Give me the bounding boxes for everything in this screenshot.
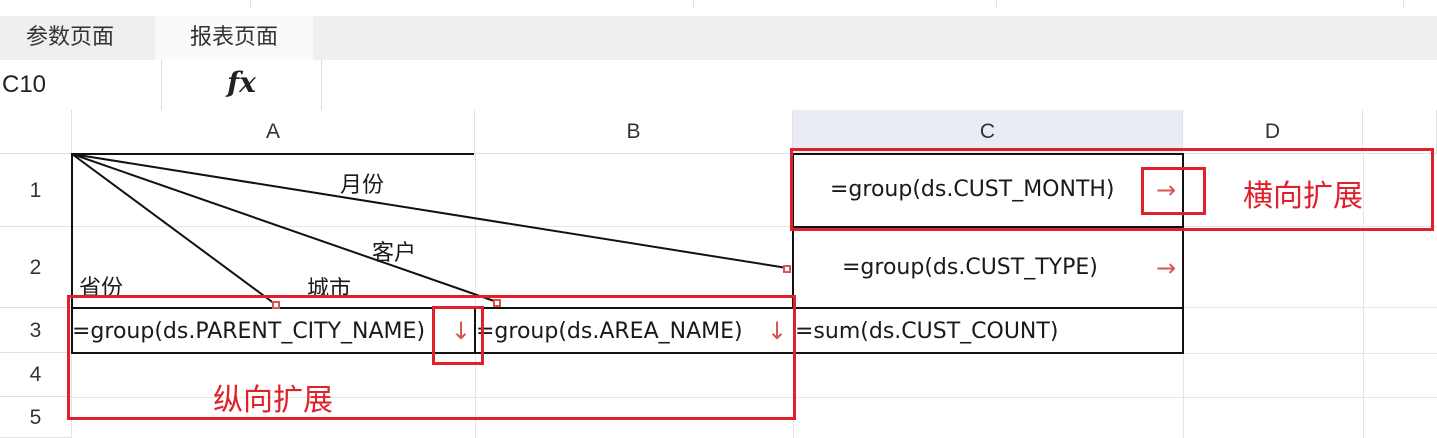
top-strip xyxy=(0,0,1437,17)
page-tabbar: 参数页面 报表页面 xyxy=(0,16,1437,61)
right-arrow-icon: → xyxy=(1156,254,1177,282)
tab-report[interactable]: 报表页面 xyxy=(155,16,313,60)
line-handle[interactable] xyxy=(783,265,791,273)
header-label-month: 月份 xyxy=(340,173,385,198)
top-divider xyxy=(996,0,997,9)
top-divider xyxy=(250,0,251,9)
down-arrow-highlight xyxy=(432,306,484,365)
cell-reference-box[interactable]: C10 xyxy=(0,60,162,110)
vertical-expand-label: 纵向扩展 xyxy=(213,383,333,418)
top-divider xyxy=(1403,0,1404,9)
tab-params[interactable]: 参数页面 xyxy=(0,16,140,60)
cell-c3[interactable]: =sum(ds.CUST_COUNT) xyxy=(795,319,1058,344)
spreadsheet-grid: A B C D 1 2 3 4 5 月份 客户 省份 城市 =group(ds.… xyxy=(0,110,1437,438)
top-divider xyxy=(693,0,694,9)
right-arrow-highlight xyxy=(1141,167,1206,215)
header-label-customer: 客户 xyxy=(372,241,417,266)
horizontal-expand-label: 横向扩展 xyxy=(1243,179,1363,214)
diagonal-line xyxy=(71,153,498,303)
cell-c2[interactable]: =group(ds.CUST_TYPE) xyxy=(842,255,1098,280)
formula-bar: C10 fx xyxy=(0,60,1437,111)
fx-icon[interactable]: fx xyxy=(162,60,322,110)
diagonal-line xyxy=(71,153,788,269)
formula-input[interactable] xyxy=(323,60,1437,110)
